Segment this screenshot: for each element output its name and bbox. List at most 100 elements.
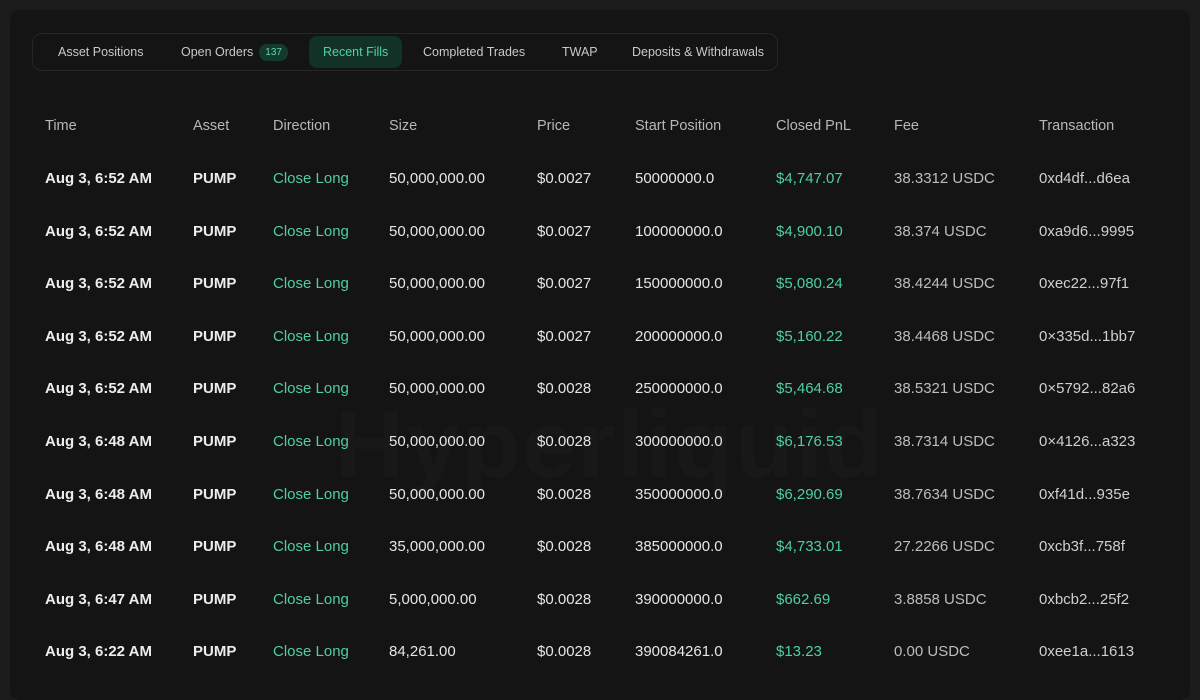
fill-fee: 38.5321 USDC [894,380,995,398]
tab-bar: Asset Positions Open Orders 137 Recent Fi… [32,33,778,71]
fill-size: 50,000,000.00 [389,485,485,503]
column-header-time[interactable]: Time [45,118,77,134]
fill-start-position: 250000000.0 [635,380,723,398]
fill-closed-pnl: $4,900.10 [776,222,843,240]
tab-recent-fills[interactable]: Recent Fills [309,36,403,68]
table-row: Aug 3, 6:47 AM PUMP Close Long 5,000,000… [10,591,1190,643]
fill-start-position: 350000000.0 [635,485,723,503]
fill-fee: 38.4244 USDC [894,275,995,293]
fill-direction: Close Long [273,380,349,398]
fill-asset[interactable]: PUMP [193,643,236,660]
fill-transaction-link[interactable]: 0xee1a...1613 [1039,643,1134,660]
tab-completed-trades[interactable]: Completed Trades [409,36,539,68]
fill-transaction-link[interactable]: 0xd4df...d6ea [1039,170,1130,187]
table-row: Aug 3, 6:48 AM PUMP Close Long 50,000,00… [10,486,1190,538]
fill-time: Aug 3, 6:48 AM [45,538,152,556]
fill-asset[interactable]: PUMP [193,486,236,503]
column-header-asset[interactable]: Asset [193,118,229,134]
fill-time: Aug 3, 6:52 AM [45,170,152,187]
fill-transaction-link[interactable]: 0xec22...97f1 [1039,275,1129,292]
fill-transaction-link[interactable]: 0×335d...1bb7 [1039,328,1135,345]
fill-asset[interactable]: PUMP [193,591,236,608]
fill-direction: Close Long [273,222,349,240]
fill-fee: 38.4468 USDC [894,327,995,345]
fill-closed-pnl: $5,080.24 [776,275,843,293]
column-header-direction[interactable]: Direction [273,118,330,134]
fill-time: Aug 3, 6:48 AM [45,433,152,450]
fill-size: 35,000,000.00 [389,538,485,556]
fill-asset[interactable]: PUMP [193,380,236,397]
table-row: Aug 3, 6:48 AM PUMP Close Long 50,000,00… [10,433,1190,485]
fill-transaction-link[interactable]: 0xa9d6...9995 [1039,223,1134,240]
tab-label: Completed Trades [423,45,526,59]
fill-time: Aug 3, 6:52 AM [45,275,152,293]
fill-price: $0.0028 [537,485,592,503]
fill-fee: 3.8858 USDC [894,590,987,608]
tab-deposits-withdrawals[interactable]: Deposits & Withdrawals [618,36,778,68]
column-header-transaction[interactable]: Transaction [1039,118,1114,134]
fill-closed-pnl: $13.23 [776,643,822,661]
fill-asset[interactable]: PUMP [193,538,236,555]
tab-label: Recent Fills [323,45,389,59]
fill-transaction-link[interactable]: 0xf41d...935e [1039,486,1130,503]
fill-transaction-link[interactable]: 0xbcb2...25f2 [1039,591,1129,608]
fill-start-position: 390000000.0 [635,590,723,608]
fill-direction: Close Long [273,275,349,293]
fill-asset[interactable]: PUMP [193,433,236,450]
fill-time: Aug 3, 6:48 AM [45,485,152,503]
fill-price: $0.0028 [537,643,592,661]
fill-closed-pnl: $4,733.01 [776,538,843,556]
fill-start-position: 390084261.0 [635,643,723,661]
fill-direction: Close Long [273,590,349,608]
fill-asset[interactable]: PUMP [193,328,236,345]
fill-time: Aug 3, 6:52 AM [45,380,152,398]
fill-transaction-link[interactable]: 0×4126...a323 [1039,433,1135,450]
open-orders-count-badge: 137 [259,44,288,61]
fill-closed-pnl: $662.69 [776,590,831,608]
fill-transaction-link[interactable]: 0xcb3f...758f [1039,538,1125,555]
table-row: Aug 3, 6:52 AM PUMP Close Long 50,000,00… [10,275,1190,327]
fill-time: Aug 3, 6:52 AM [45,222,152,240]
fill-price: $0.0027 [537,170,592,187]
fill-size: 50,000,000.00 [389,433,485,450]
table-row: Aug 3, 6:48 AM PUMP Close Long 35,000,00… [10,538,1190,590]
tab-open-orders[interactable]: Open Orders 137 [167,36,302,68]
fill-price: $0.0027 [537,327,592,345]
fills-panel: Hyperliquid Asset Positions Open Orders 1… [10,10,1190,700]
fill-closed-pnl: $5,464.68 [776,380,843,398]
fill-start-position: 100000000.0 [635,222,723,240]
fill-asset[interactable]: PUMP [193,275,236,292]
fill-price: $0.0027 [537,222,592,240]
tab-twap[interactable]: TWAP [548,36,612,68]
fill-transaction-link[interactable]: 0×5792...82a6 [1039,380,1135,397]
fill-size: 5,000,000.00 [389,590,477,608]
fill-time: Aug 3, 6:22 AM [45,643,152,661]
column-header-closed-pnl[interactable]: Closed PnL [776,118,851,134]
fill-start-position: 300000000.0 [635,433,723,450]
fill-price: $0.0028 [537,433,592,450]
fill-size: 50,000,000.00 [389,170,485,187]
fill-asset[interactable]: PUMP [193,223,236,240]
fill-size: 50,000,000.00 [389,275,485,293]
tab-asset-positions[interactable]: Asset Positions [44,36,157,68]
tab-label: TWAP [562,45,598,59]
column-header-price[interactable]: Price [537,118,570,134]
fill-asset[interactable]: PUMP [193,170,236,187]
fill-time: Aug 3, 6:47 AM [45,590,152,608]
tab-label: Open Orders [181,45,254,59]
fill-direction: Close Long [273,170,349,187]
fill-direction: Close Long [273,433,349,450]
column-header-size[interactable]: Size [389,118,417,134]
fill-direction: Close Long [273,538,349,556]
fill-fee: 38.7634 USDC [894,485,995,503]
fill-price: $0.0027 [537,275,592,293]
fill-closed-pnl: $6,176.53 [776,433,843,450]
fill-start-position: 150000000.0 [635,275,723,293]
column-header-fee[interactable]: Fee [894,118,919,134]
table-row: Aug 3, 6:52 AM PUMP Close Long 50,000,00… [10,170,1190,222]
fill-start-position: 50000000.0 [635,170,715,187]
tab-label: Asset Positions [58,45,144,59]
table-row: Aug 3, 6:52 AM PUMP Close Long 50,000,00… [10,328,1190,380]
column-header-start-position[interactable]: Start Position [635,118,721,134]
table-row: Aug 3, 6:52 AM PUMP Close Long 50,000,00… [10,223,1190,275]
